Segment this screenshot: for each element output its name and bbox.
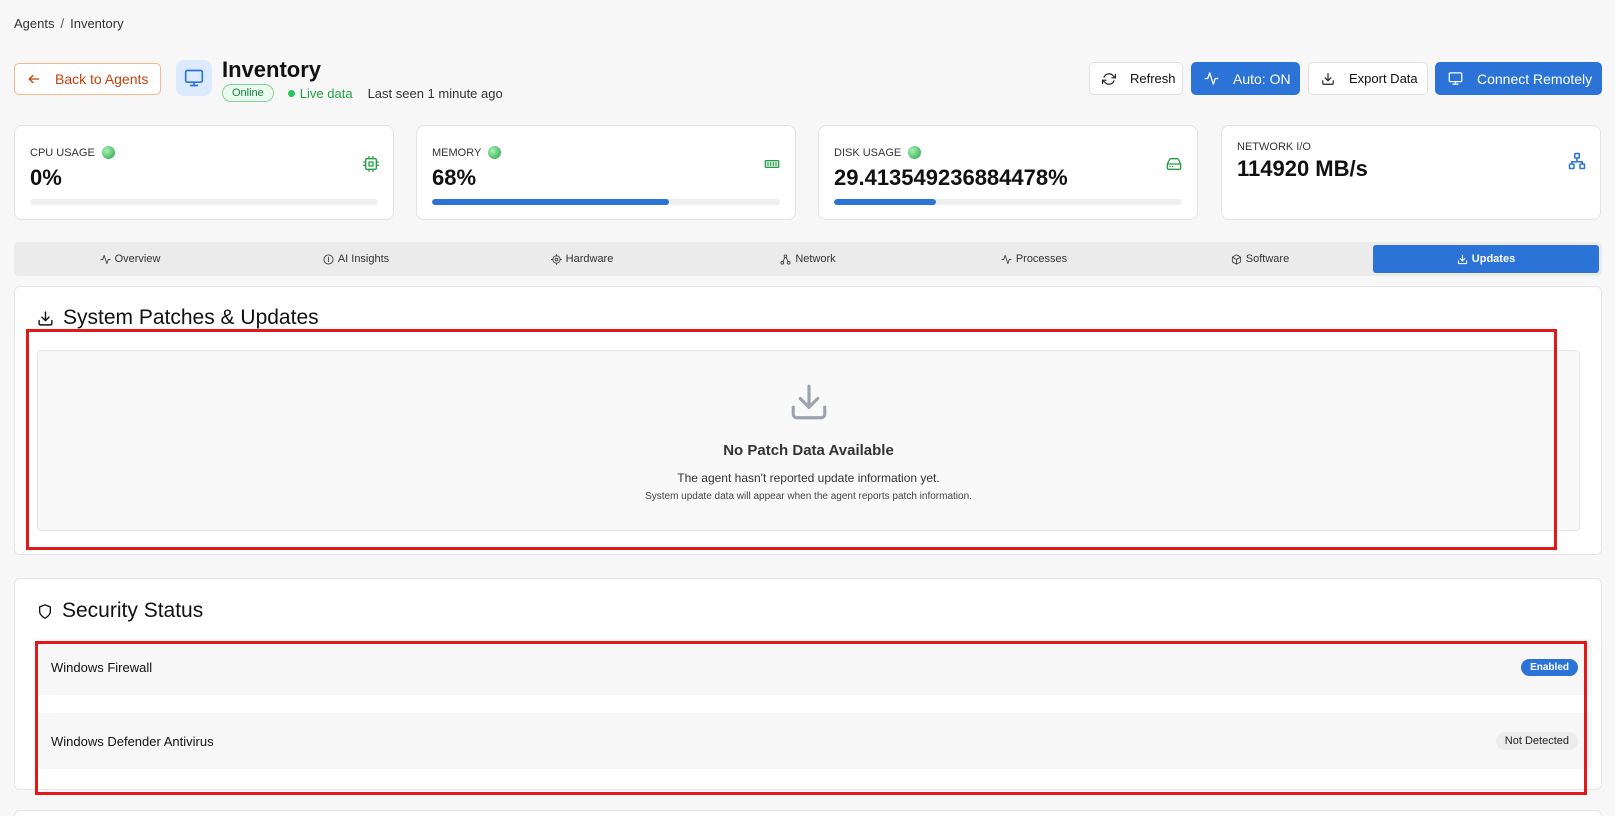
- cpu-progress-bar: [30, 199, 378, 205]
- download-icon: [1322, 72, 1334, 85]
- breadcrumb-agents-link[interactable]: Agents: [14, 16, 54, 31]
- activity-icon: [1204, 72, 1219, 85]
- tab-updates[interactable]: Updates: [1373, 245, 1599, 273]
- back-button-label: Back to Agents: [55, 71, 149, 87]
- disk-usage-card: DISK USAGE 29.413549236884478%: [818, 125, 1198, 220]
- tab-processes[interactable]: Processes: [921, 245, 1147, 273]
- breadcrumb-current: Inventory: [70, 16, 124, 31]
- status-ball-icon: [908, 146, 922, 159]
- arrow-left-icon: [28, 74, 40, 84]
- disk-usage-value: 29.413549236884478%: [834, 165, 1068, 190]
- cpu-usage-label-row: CPU USAGE: [30, 146, 115, 159]
- activity-icon: [1001, 254, 1012, 264]
- agent-status-row: Online Live data Last seen 1 minute ago: [222, 84, 503, 102]
- disk-progress-fill: [834, 199, 937, 205]
- empty-state-hint: System update data will appear when the …: [645, 491, 972, 502]
- next-section: [14, 810, 1602, 816]
- disk-usage-label: DISK USAGE: [834, 146, 902, 159]
- system-patches-title-row: System Patches & Updates: [37, 306, 319, 330]
- breadcrumb-separator: /: [60, 16, 65, 31]
- tab-bar: Overview AI Insights Hardware Network Pr…: [14, 242, 1602, 276]
- status-badge: Not Detected: [1495, 732, 1578, 750]
- tab-network-label: Network: [795, 253, 836, 265]
- memory-card: MEMORY 68%: [416, 125, 796, 220]
- tab-processes-label: Processes: [1015, 253, 1068, 265]
- tab-hardware[interactable]: Hardware: [469, 245, 695, 273]
- download-icon: [1457, 254, 1467, 264]
- network-io-value: 114920 MB/s: [1237, 156, 1368, 181]
- cpu-icon: [363, 156, 379, 172]
- tab-hardware-label: Hardware: [565, 253, 614, 265]
- tab-updates-label: Updates: [1471, 253, 1516, 265]
- memory-progress-bar: [432, 199, 780, 205]
- memory-label-row: MEMORY: [432, 146, 502, 159]
- download-icon: [38, 310, 53, 326]
- disk-progress-bar: [834, 199, 1182, 205]
- online-status-badge: Online: [222, 84, 274, 102]
- refresh-button[interactable]: Refresh: [1089, 62, 1183, 95]
- monitor-icon: [176, 60, 212, 96]
- cpu-usage-value: 0%: [30, 165, 62, 190]
- refresh-label: Refresh: [1130, 71, 1176, 86]
- activity-icon: [100, 254, 111, 264]
- tab-ai-insights[interactable]: AI Insights: [243, 245, 469, 273]
- network-io-label: NETWORK I/O: [1237, 141, 1311, 153]
- export-data-button[interactable]: Export Data: [1308, 62, 1428, 95]
- auto-refresh-label: Auto: ON: [1233, 70, 1291, 87]
- tab-ai-insights-label: AI Insights: [337, 253, 390, 265]
- cpu-usage-label: CPU USAGE: [30, 146, 95, 159]
- live-data-label: Live data: [299, 85, 353, 101]
- empty-state-description: The agent hasn't reported update informa…: [677, 471, 940, 485]
- security-row-defender: Windows Defender Antivirus Not Detected: [37, 713, 1592, 769]
- tab-software-label: Software: [1245, 253, 1290, 265]
- page-title: Inventory: [222, 57, 322, 82]
- security-item-name: Windows Defender Antivirus: [51, 733, 214, 749]
- security-status-title-row: Security Status: [37, 599, 203, 623]
- network-icon: [780, 253, 791, 265]
- gear-icon: [550, 253, 562, 265]
- info-icon: [323, 253, 334, 265]
- export-data-label: Export Data: [1349, 71, 1418, 86]
- tab-network[interactable]: Network: [695, 245, 921, 273]
- status-ball-icon: [101, 146, 115, 159]
- shield-icon: [39, 603, 51, 619]
- status-ball-icon: [488, 146, 502, 159]
- back-to-agents-button[interactable]: Back to Agents: [14, 63, 161, 95]
- security-status-title: Security Status: [62, 599, 204, 622]
- memory-stick-icon: [764, 160, 780, 168]
- tab-overview-label: Overview: [114, 253, 161, 265]
- cpu-usage-card: CPU USAGE 0%: [14, 125, 394, 220]
- memory-value: 68%: [432, 165, 477, 190]
- connect-remotely-button[interactable]: Connect Remotely: [1435, 62, 1602, 95]
- connect-remotely-label: Connect Remotely: [1477, 70, 1593, 87]
- network-icon: [1568, 152, 1586, 170]
- package-icon: [1231, 253, 1241, 265]
- last-seen-text: Last seen 1 minute ago: [367, 85, 503, 101]
- live-data-indicator: Live data: [287, 85, 353, 101]
- security-row-firewall: Windows Firewall Enabled: [37, 639, 1592, 695]
- security-item-name: Windows Firewall: [51, 659, 153, 675]
- disk-usage-label-row: DISK USAGE: [834, 146, 922, 159]
- memory-progress-fill: [432, 199, 669, 205]
- system-patches-title: System Patches & Updates: [63, 306, 319, 329]
- tab-software[interactable]: Software: [1147, 245, 1373, 273]
- monitor-icon: [1448, 72, 1463, 85]
- empty-state-title: No Patch Data Available: [723, 442, 894, 459]
- network-io-card: NETWORK I/O 114920 MB/s: [1221, 125, 1601, 220]
- tab-overview[interactable]: Overview: [17, 245, 243, 273]
- refresh-icon: [1102, 72, 1116, 85]
- status-badge: Enabled: [1521, 658, 1578, 676]
- security-status-section: Security Status Windows Firewall Enabled…: [14, 578, 1602, 790]
- breadcrumb: Agents / Inventory: [14, 16, 124, 31]
- auto-refresh-toggle[interactable]: Auto: ON: [1191, 62, 1300, 95]
- no-patch-data-panel: No Patch Data Available The agent hasn't…: [37, 350, 1580, 531]
- download-icon: [791, 384, 826, 420]
- memory-label: MEMORY: [432, 146, 482, 159]
- hard-drive-icon: [1166, 158, 1182, 170]
- system-patches-section: System Patches & Updates No Patch Data A…: [14, 286, 1602, 555]
- network-io-label-row: NETWORK I/O: [1237, 141, 1311, 153]
- live-dot-icon: [287, 89, 295, 97]
